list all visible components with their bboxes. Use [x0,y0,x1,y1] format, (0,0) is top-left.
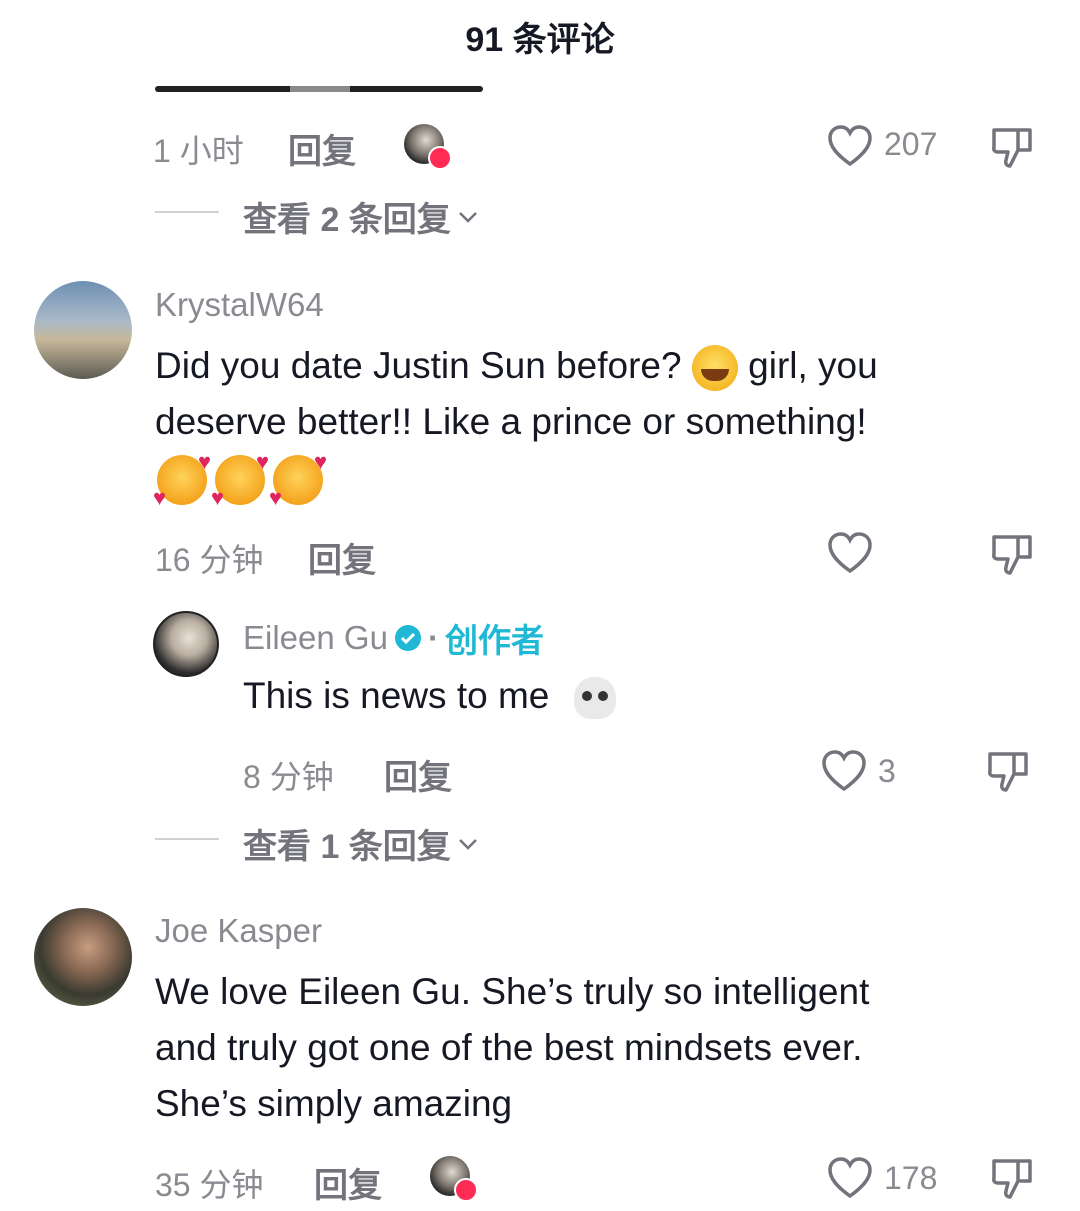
comment-time: 1 小时 [153,133,244,169]
comment-text: This is news to me [243,668,616,724]
creator-liked-indicator [404,124,452,170]
comment-text-line: We love Eileen Gu. She’s truly so intell… [155,971,870,1012]
comment-text: We love Eileen Gu. She’s truly so intell… [155,964,1045,1132]
view-replies-button[interactable]: 查看 2 条回复 [243,192,479,241]
like-button[interactable] [826,1156,874,1200]
replies-divider [155,838,219,840]
like-button[interactable] [826,531,874,575]
liked-heart-icon [428,146,452,170]
comment-time: 8 分钟 [243,759,334,795]
comment-username[interactable]: Joe Kasper [155,912,322,950]
separator-dot: · [427,619,439,656]
like-button[interactable] [820,749,868,793]
avatar[interactable] [34,908,132,1006]
like-button[interactable] [826,124,874,168]
verified-badge-icon [394,625,421,651]
comment-time: 16 分钟 [155,542,264,578]
comment-text-line: She’s simply amazing [155,1083,513,1124]
avatar[interactable] [153,611,219,677]
like-count: 178 [884,1160,938,1196]
smiling-face-with-hearts-icon [153,449,211,511]
comments-count-title: 91 条评论 [465,21,615,59]
comment-text-line: Did you date Justin Sun before? [155,345,682,386]
heart-outline-icon [828,1157,872,1199]
chevron-down-icon [458,211,477,223]
reply-button[interactable]: 回复 [288,124,356,173]
view-replies-label: 查看 2 条回复 [243,201,451,239]
smiling-face-with-hearts-icon [269,449,327,511]
dislike-button[interactable] [984,746,1032,794]
comment-username[interactable]: KrystalW64 [155,286,324,324]
thumbs-down-icon [992,128,1032,168]
grinning-sweat-emoji-icon [691,345,738,392]
comment-username[interactable]: Eileen Gu [243,619,388,657]
creator-label: 创作者 [444,622,544,659]
thumbs-down-icon [992,535,1032,575]
smiling-face-with-hearts-icon [211,449,269,511]
comment-text-line: deserve better!! Like a prince or someth… [155,401,867,442]
previous-comment-media-bar [155,86,483,92]
heart-outline-icon [822,750,866,792]
heart-outline-icon [828,532,872,574]
reply-button[interactable]: 回复 [314,1158,382,1207]
view-replies-label: 查看 1 条回复 [243,828,451,866]
dislike-button[interactable] [988,122,1036,170]
like-count: 3 [878,753,896,789]
liked-heart-icon [454,1178,478,1202]
skull-emoji-icon [573,677,616,720]
like-count: 207 [884,126,938,162]
reply-button[interactable]: 回复 [384,750,452,799]
comment-text-line: and truly got one of the best mindsets e… [155,1027,863,1068]
reply-button[interactable]: 回复 [308,533,376,582]
avatar[interactable] [34,281,132,379]
view-replies-button[interactable]: 查看 1 条回复 [243,819,479,868]
dislike-button[interactable] [988,529,1036,577]
replies-divider [155,211,219,213]
reply-author-row: Eileen Gu · 创作者 [243,614,544,662]
comment-text-line: girl, you [748,345,878,386]
dislike-button[interactable] [988,1153,1036,1201]
emoji-row [153,449,327,511]
comment-text-line: This is news to me [243,675,550,716]
comment-time: 35 分钟 [155,1167,264,1203]
creator-liked-indicator [430,1156,478,1202]
heart-outline-icon [828,125,872,167]
thumbs-down-icon [992,1159,1032,1199]
chevron-down-icon [458,838,477,850]
comment-text: Did you date Justin Sun before? girl, yo… [155,338,1035,450]
thumbs-down-icon [988,752,1028,792]
